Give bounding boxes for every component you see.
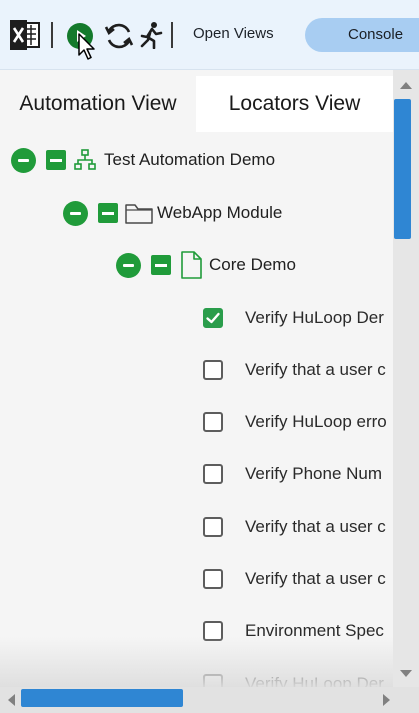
collapse-circle-icon[interactable] <box>63 200 88 226</box>
test-case-item[interactable]: Verify HuLoop erro <box>203 405 387 439</box>
folder-icon <box>124 201 154 225</box>
test-case-label: Verify that a user c <box>245 569 386 588</box>
refresh-icon[interactable] <box>103 20 135 52</box>
test-case-item[interactable]: Verify HuLoop Der <box>203 301 384 335</box>
vertical-scroll-thumb[interactable] <box>394 99 411 239</box>
scroll-left-arrow-icon[interactable] <box>8 694 15 706</box>
tab-automation-view[interactable]: Automation View <box>0 76 196 132</box>
excel-export-icon[interactable] <box>9 20 41 50</box>
tree-node-label: Test Automation Demo <box>104 150 276 169</box>
tree-node-suite[interactable]: Core Demo <box>116 248 296 282</box>
test-case-item[interactable]: Verify Phone Num <box>203 457 382 491</box>
test-case-label: Verify that a user c <box>245 360 386 379</box>
running-person-icon[interactable] <box>139 21 163 49</box>
test-case-label: Verify HuLoop erro <box>245 412 387 431</box>
checkmark-icon <box>206 312 220 324</box>
tree-node-label: WebApp Module <box>157 203 283 222</box>
collapse-square-icon[interactable] <box>98 203 118 223</box>
scroll-right-arrow-icon[interactable] <box>383 694 390 706</box>
collapse-circle-icon[interactable] <box>116 252 141 278</box>
test-checkbox[interactable] <box>203 412 223 432</box>
view-tabs: Automation View Locators View <box>0 70 393 132</box>
test-case-label: Verify that a user c <box>245 517 386 536</box>
collapse-square-icon[interactable] <box>151 255 171 275</box>
main-panel: Automation View Locators View Test Autom… <box>0 70 393 687</box>
horizontal-scrollbar[interactable] <box>0 687 419 713</box>
tree-node-module[interactable]: WebApp Module <box>63 196 282 230</box>
scroll-up-arrow-icon[interactable] <box>400 82 412 89</box>
test-checkbox[interactable] <box>203 360 223 380</box>
hierarchy-icon <box>74 149 96 171</box>
test-case-item[interactable]: Verify that a user c <box>203 353 386 387</box>
tree-node-root[interactable]: Test Automation Demo <box>11 143 275 177</box>
test-case-label: Verify HuLoop Der <box>245 308 384 327</box>
file-icon <box>179 251 203 279</box>
test-checkbox[interactable] <box>203 464 223 484</box>
test-case-label: Verify Phone Num <box>245 464 383 483</box>
open-views-button[interactable]: Open Views <box>193 25 274 42</box>
test-checkbox[interactable] <box>203 569 223 589</box>
vertical-scrollbar[interactable] <box>393 70 419 687</box>
test-checkbox[interactable] <box>203 621 223 641</box>
test-case-item[interactable]: Verify that a user c <box>203 510 386 544</box>
tree-node-label: Core Demo <box>209 255 296 274</box>
scroll-down-arrow-icon[interactable] <box>400 670 412 677</box>
test-checkbox[interactable] <box>203 308 223 328</box>
test-case-label: Environment Spec <box>245 621 384 640</box>
toolbar: Open Views Console <box>0 0 419 70</box>
toolbar-divider <box>51 22 53 48</box>
test-case-item[interactable]: Environment Spec <box>203 614 384 648</box>
test-case-item[interactable]: Verify that a user c <box>203 562 386 596</box>
console-button[interactable]: Console <box>305 18 419 52</box>
test-case-label: Verify HuLoop Der <box>245 674 384 687</box>
horizontal-scroll-thumb[interactable] <box>21 689 183 707</box>
test-checkbox[interactable] <box>203 517 223 537</box>
test-checkbox[interactable] <box>203 674 223 687</box>
toolbar-divider <box>171 22 173 48</box>
collapse-circle-icon[interactable] <box>11 147 36 173</box>
mouse-cursor-icon <box>77 33 97 61</box>
collapse-square-icon[interactable] <box>46 150 66 170</box>
test-case-item[interactable]: Verify HuLoop Der <box>203 667 384 687</box>
tab-locators-view[interactable]: Locators View <box>196 76 393 132</box>
